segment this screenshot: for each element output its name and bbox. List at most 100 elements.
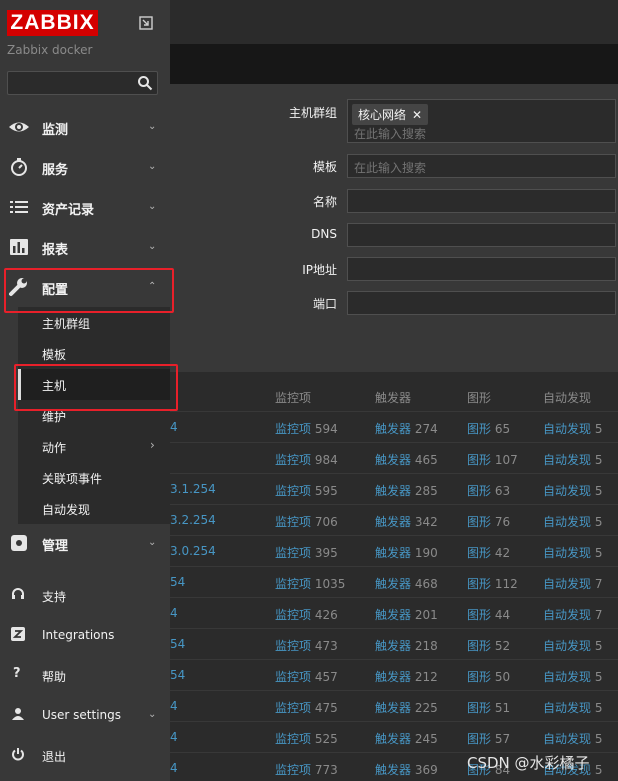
sub-discovery[interactable]: 自动发现 (18, 493, 170, 524)
graphs-link[interactable]: 图形 (467, 484, 491, 498)
sub-actions[interactable]: 动作 › (18, 431, 170, 462)
nav-reports[interactable]: 报表 ⌄ (0, 227, 170, 267)
items-link[interactable]: 监控项 (275, 639, 311, 653)
nav-user-settings[interactable]: User settings ⌄ (0, 695, 170, 735)
graphs-link[interactable]: 图形 (467, 546, 491, 560)
items-link[interactable]: 监控项 (275, 546, 311, 560)
items-link[interactable]: 监控项 (275, 453, 311, 467)
triggers-link[interactable]: 触发器 (375, 732, 411, 746)
table-cell: 监控项 595 (275, 482, 338, 499)
host-interface-link[interactable]: 4 (170, 761, 178, 775)
items-link[interactable]: 监控项 (275, 484, 311, 498)
triggers-link[interactable]: 触发器 (375, 639, 411, 653)
nav-help[interactable]: ? 帮助 (0, 655, 170, 695)
nav-support[interactable]: 支持 (0, 575, 170, 615)
table-cell: 自动发现 5 (543, 637, 602, 654)
sub-event-correlation[interactable]: 关联项事件 (18, 462, 170, 493)
col-graphs[interactable]: 图形 (467, 389, 491, 406)
triggers-count: 468 (414, 577, 438, 591)
host-interface-link[interactable]: 4 (170, 606, 178, 620)
items-link[interactable]: 监控项 (275, 422, 311, 436)
table-row: 4 监控项 594 触发器 274 图形 65 自动发现 5 (170, 412, 618, 443)
triggers-link[interactable]: 触发器 (375, 577, 411, 591)
host-interface-link[interactable]: 3.2.254 (170, 513, 216, 527)
table-cell: 图形 76 (467, 513, 510, 530)
dns-input[interactable] (347, 223, 616, 247)
host-interface-link[interactable]: 54 (170, 668, 185, 682)
col-discovery[interactable]: 自动发现 (543, 389, 591, 406)
table-cell: 监控项 984 (275, 451, 338, 468)
collapse-sidebar-icon[interactable] (139, 16, 153, 30)
nav-integrations[interactable]: Integrations (0, 615, 170, 655)
items-link[interactable]: 监控项 (275, 608, 311, 622)
nav-sign-out-label: 退出 (42, 750, 67, 764)
sub-host-groups-label: 主机群组 (42, 317, 91, 331)
discovery-link[interactable]: 自动发现 (543, 546, 591, 560)
triggers-link[interactable]: 触发器 (375, 608, 411, 622)
table-cell: 触发器 369 (375, 761, 438, 778)
triggers-link[interactable]: 触发器 (375, 422, 411, 436)
graphs-link[interactable]: 图形 (467, 732, 491, 746)
graphs-link[interactable]: 图形 (467, 701, 491, 715)
graphs-link[interactable]: 图形 (467, 422, 491, 436)
nav-administration[interactable]: 管理 ⌄ (0, 523, 170, 563)
host-groups-multiselect[interactable]: 核心网络 ✕ 在此输入搜索 (347, 99, 616, 143)
discovery-link[interactable]: 自动发现 (543, 422, 591, 436)
nav-sign-out[interactable]: 退出 (0, 735, 170, 775)
host-interface-link[interactable]: 4 (170, 730, 178, 744)
nav-reports-label: 报表 (42, 243, 69, 258)
graphs-link[interactable]: 图形 (467, 608, 491, 622)
triggers-link[interactable]: 触发器 (375, 670, 411, 684)
host-interface-link[interactable]: 3.1.254 (170, 482, 216, 496)
discovery-link[interactable]: 自动发现 (543, 670, 591, 684)
discovery-link[interactable]: 自动发现 (543, 453, 591, 467)
sidebar-search-input[interactable] (7, 71, 158, 95)
discovery-link[interactable]: 自动发现 (543, 577, 591, 591)
triggers-link[interactable]: 触发器 (375, 546, 411, 560)
host-interface-link[interactable]: 4 (170, 699, 178, 713)
col-items[interactable]: 监控项 (275, 389, 311, 406)
triggers-link[interactable]: 触发器 (375, 515, 411, 529)
graphs-count: 44 (494, 608, 511, 622)
items-link[interactable]: 监控项 (275, 763, 311, 777)
host-interface-link[interactable]: 54 (170, 575, 185, 589)
graphs-link[interactable]: 图形 (467, 453, 491, 467)
nav-inventory[interactable]: 资产记录 ⌄ (0, 187, 170, 227)
graphs-link[interactable]: 图形 (467, 639, 491, 653)
discovery-link[interactable]: 自动发现 (543, 484, 591, 498)
triggers-link[interactable]: 触发器 (375, 701, 411, 715)
items-link[interactable]: 监控项 (275, 577, 311, 591)
zabbix-logo[interactable]: ZABBIX (7, 10, 98, 36)
graphs-link[interactable]: 图形 (467, 515, 491, 529)
items-link[interactable]: 监控项 (275, 515, 311, 529)
items-link[interactable]: 监控项 (275, 670, 311, 684)
col-triggers[interactable]: 触发器 (375, 389, 411, 406)
triggers-link[interactable]: 触发器 (375, 763, 411, 777)
discovery-link[interactable]: 自动发现 (543, 515, 591, 529)
ip-input[interactable] (347, 257, 616, 281)
triggers-link[interactable]: 触发器 (375, 484, 411, 498)
discovery-link[interactable]: 自动发现 (543, 608, 591, 622)
graphs-link[interactable]: 图形 (467, 577, 491, 591)
discovery-count: 5 (594, 453, 603, 467)
port-input[interactable] (347, 291, 616, 315)
host-interface-link[interactable]: 3.0.254 (170, 544, 216, 558)
name-input[interactable] (347, 189, 616, 213)
nav-monitoring[interactable]: 监测 ⌄ (0, 107, 170, 147)
dns-label: DNS (311, 227, 337, 241)
graphs-link[interactable]: 图形 (467, 670, 491, 684)
remove-chip-icon[interactable]: ✕ (412, 108, 422, 122)
table-cell: 监控项 594 (275, 420, 338, 437)
templates-input[interactable]: 在此输入搜索 (347, 154, 616, 178)
nav-services[interactable]: 服务 ⌄ (0, 147, 170, 187)
host-interface-link[interactable]: 4 (170, 420, 178, 434)
sub-actions-label: 动作 (42, 441, 67, 455)
discovery-link[interactable]: 自动发现 (543, 639, 591, 653)
search-icon[interactable] (137, 75, 153, 91)
triggers-link[interactable]: 触发器 (375, 453, 411, 467)
items-link[interactable]: 监控项 (275, 732, 311, 746)
discovery-link[interactable]: 自动发现 (543, 732, 591, 746)
items-link[interactable]: 监控项 (275, 701, 311, 715)
host-interface-link[interactable]: 54 (170, 637, 185, 651)
discovery-link[interactable]: 自动发现 (543, 701, 591, 715)
